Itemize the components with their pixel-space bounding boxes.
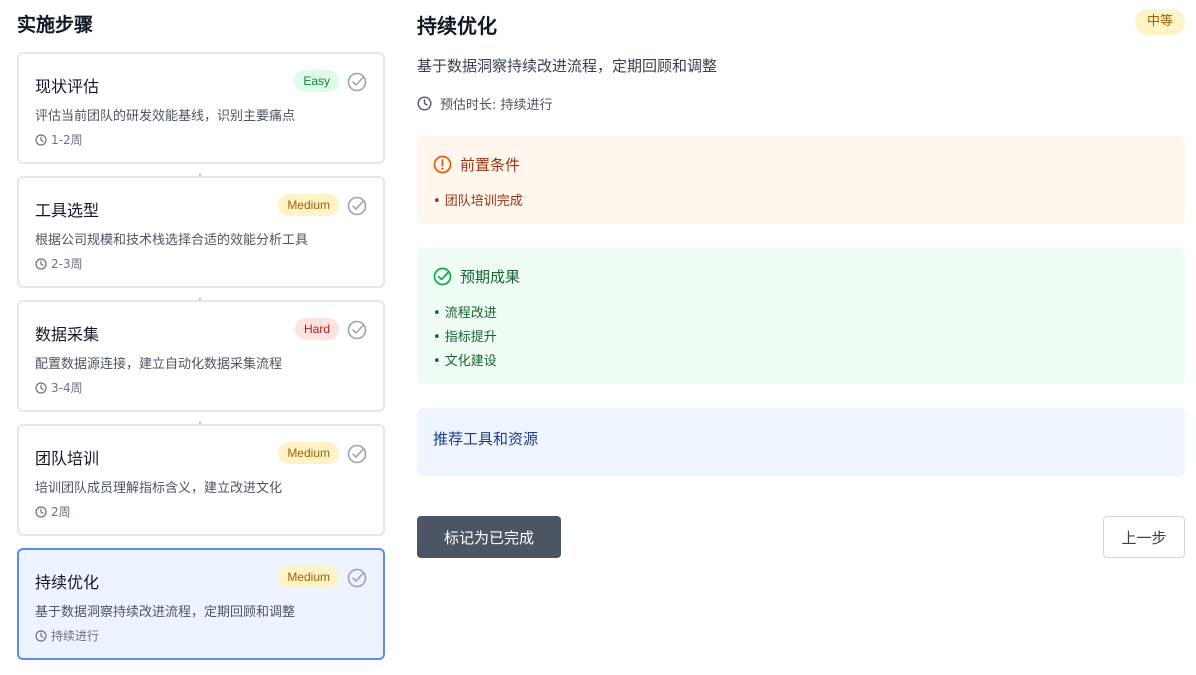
step-description: 根据公司规模和技术栈选择合适的效能分析工具	[35, 233, 309, 248]
difficulty-badge: Medium	[278, 194, 339, 216]
outcomes-heading: 预期成果	[433, 266, 520, 287]
detail-title: 持续优化	[417, 14, 497, 38]
step-card-team-training[interactable]: 团队培训 Medium 培训团队成员理解指标含义，建立改进文化 2周	[17, 424, 385, 536]
prerequisites-heading-text: 前置条件	[460, 156, 521, 174]
difficulty-badge: Easy	[294, 70, 339, 92]
difficulty-level-badge: 中等	[1134, 9, 1185, 35]
detail-duration: 预估时长: 持续进行	[417, 94, 553, 113]
difficulty-badge: Medium	[278, 442, 339, 464]
step-duration: 3-4周	[35, 379, 83, 396]
difficulty-badge: Medium	[278, 566, 339, 588]
step-title: 工具选型	[35, 201, 100, 220]
alert-circle-icon	[433, 155, 452, 174]
step-detail-panel: 持续优化 中等 基于数据洞察持续改进流程，定期回顾和调整 预估时长: 持续进行 …	[417, 0, 1185, 675]
step-title: 现状评估	[35, 77, 100, 96]
step-title: 持续优化	[35, 573, 100, 592]
outcomes-list: • 流程改进 • 指标提升 • 文化建设	[433, 302, 497, 374]
step-card-continuous-optimization[interactable]: 持续优化 Medium 基于数据洞察持续改进流程，定期回顾和调整 持续进行	[17, 548, 385, 660]
prerequisites-panel: 前置条件 • 团队培训完成	[417, 136, 1185, 224]
step-description: 配置数据源连接，建立自动化数据采集流程	[35, 357, 283, 372]
step-duration-text: 3-4周	[51, 381, 83, 395]
detail-duration-text: 预估时长: 持续进行	[440, 98, 553, 113]
resources-panel: 推荐工具和资源	[417, 408, 1185, 476]
prerequisites-heading: 前置条件	[433, 154, 520, 175]
outcomes-heading-text: 预期成果	[460, 268, 521, 286]
check-circle-icon	[433, 267, 452, 286]
prerequisites-list: • 团队培训完成	[433, 190, 523, 214]
clock-icon	[35, 133, 47, 146]
steps-title: 实施步骤	[17, 14, 94, 36]
mark-complete-button[interactable]: 标记为已完成	[417, 516, 561, 558]
difficulty-badge: Hard	[294, 318, 339, 340]
clock-icon	[35, 629, 47, 642]
step-title: 数据采集	[35, 325, 100, 344]
clock-icon	[35, 505, 47, 518]
step-description: 评估当前团队的研发效能基线，识别主要痛点	[35, 109, 296, 124]
outcomes-panel: 预期成果 • 流程改进 • 指标提升 • 文化建设	[417, 248, 1185, 384]
step-description: 基于数据洞察持续改进流程，定期回顾和调整	[35, 605, 296, 620]
clock-icon	[35, 381, 47, 394]
check-circle-icon[interactable]	[347, 72, 367, 92]
list-item: • 流程改进	[433, 306, 497, 321]
resources-heading-text: 推荐工具和资源	[433, 430, 539, 448]
step-duration-text: 2周	[51, 505, 71, 519]
list-item: • 团队培训完成	[433, 194, 523, 209]
list-item: • 指标提升	[433, 330, 497, 345]
step-duration: 2-3周	[35, 255, 83, 272]
detail-description: 基于数据洞察持续改进流程，定期回顾和调整	[417, 57, 718, 75]
step-description: 培训团队成员理解指标含义，建立改进文化	[35, 481, 283, 496]
previous-step-button[interactable]: 上一步	[1103, 516, 1185, 558]
step-duration: 2周	[35, 503, 71, 520]
check-circle-icon[interactable]	[347, 568, 367, 588]
step-duration-text: 2-3周	[51, 257, 83, 271]
step-duration-text: 持续进行	[51, 629, 100, 643]
step-duration-text: 1-2周	[51, 133, 83, 147]
step-title: 团队培训	[35, 449, 100, 468]
check-circle-icon[interactable]	[347, 444, 367, 464]
clock-icon	[35, 257, 47, 270]
step-card-data-collection[interactable]: 数据采集 Hard 配置数据源连接，建立自动化数据采集流程 3-4周	[17, 300, 385, 412]
resources-heading: 推荐工具和资源	[433, 428, 538, 449]
clock-icon	[417, 96, 432, 111]
list-item: • 文化建设	[433, 354, 497, 369]
step-card-assessment[interactable]: 现状评估 Easy 评估当前团队的研发效能基线，识别主要痛点 1-2周	[17, 52, 385, 164]
step-duration: 1-2周	[35, 131, 83, 148]
step-duration: 持续进行	[35, 627, 99, 644]
step-card-tool-selection[interactable]: 工具选型 Medium 根据公司规模和技术栈选择合适的效能分析工具 2-3周	[17, 176, 385, 288]
check-circle-icon[interactable]	[347, 320, 367, 340]
check-circle-icon[interactable]	[347, 196, 367, 216]
